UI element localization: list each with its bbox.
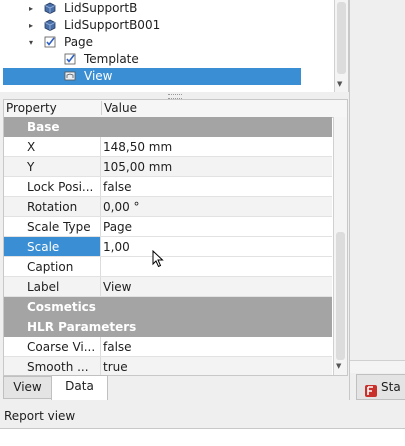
property-name: Label (27, 280, 60, 294)
tab-view[interactable]: View (3, 376, 52, 399)
group-row-base[interactable]: Base (4, 117, 332, 137)
panel-tabs: View Data (0, 374, 348, 400)
mouse-cursor-icon (152, 249, 164, 271)
column-header-property[interactable]: Property (6, 101, 57, 115)
view-icon (64, 70, 76, 82)
right-hscrollbar[interactable] (350, 360, 405, 373)
table-row[interactable]: Scale Type Page (4, 217, 332, 237)
property-value[interactable]: Page (103, 217, 132, 237)
start-icon (365, 381, 377, 399)
property-name: Lock Posi... (27, 180, 94, 194)
property-name: Scale (27, 240, 60, 254)
table-row[interactable]: Rotation 0,00 ° (4, 197, 332, 217)
model-tree[interactable]: ▸ LidSupportB ▸ LidSupportB001 ▾ Page Te… (0, 0, 349, 92)
table-row[interactable]: X 148,50 mm (4, 137, 332, 157)
table-row[interactable]: Caption (4, 257, 332, 277)
tab-label: Sta (381, 380, 401, 394)
scrollbar-thumb[interactable] (336, 232, 345, 360)
group-row-cosmetics[interactable]: Cosmetics (4, 297, 332, 317)
tree-item-label: Template (84, 52, 139, 66)
property-scrollbar[interactable]: ▼ (333, 117, 347, 375)
part-icon (44, 19, 56, 31)
table-header: Property Value (4, 100, 347, 118)
page-icon (44, 36, 56, 48)
template-icon (64, 53, 76, 65)
table-row[interactable]: Y 105,00 mm (4, 157, 332, 177)
tab-data[interactable]: Data (51, 375, 108, 400)
property-name: Coarse Vi... (27, 340, 96, 354)
property-editor[interactable]: Property Value Base X 148,50 mm Y 105,00… (3, 99, 348, 376)
tree-item-label: View (84, 69, 113, 83)
splitter-handle[interactable] (0, 92, 348, 99)
property-value[interactable]: View (103, 277, 131, 297)
tree-item-lidsupportb[interactable]: ▸ LidSupportB (0, 0, 348, 17)
collapse-arrow-icon[interactable]: ▾ (26, 34, 36, 51)
part-icon (44, 2, 56, 14)
expand-arrow-icon[interactable]: ▸ (26, 17, 36, 34)
group-label: Cosmetics (27, 300, 96, 314)
tree-item-label: LidSupportB (64, 1, 138, 15)
report-view-title: Report view (4, 409, 76, 423)
tree-item-template[interactable]: Template (0, 51, 348, 68)
property-name: X (27, 140, 36, 154)
property-value[interactable]: 0,00 ° (103, 197, 140, 217)
table-row[interactable]: Label View (4, 277, 332, 297)
property-value[interactable]: false (103, 337, 132, 357)
scroll-down-icon[interactable]: ▼ (336, 362, 341, 370)
table-row[interactable]: Coarse Vi... false (4, 337, 332, 357)
scroll-down-icon[interactable]: ▼ (337, 80, 342, 88)
property-value[interactable]: 105,00 mm (103, 157, 172, 177)
tree-item-page[interactable]: ▾ Page (0, 34, 348, 51)
tree-scrollbar[interactable]: ▼ (334, 0, 348, 92)
expand-arrow-icon[interactable]: ▸ (26, 0, 36, 17)
property-value[interactable]: 1,00 (103, 237, 130, 257)
property-name: Y (27, 160, 35, 174)
property-name: Scale Type (27, 220, 91, 234)
group-label: Base (27, 120, 60, 134)
column-header-value[interactable]: Value (101, 101, 137, 115)
group-row-hlr-parameters[interactable]: HLR Parameters (4, 317, 332, 337)
table-row-selected[interactable]: Scale 1,00 (4, 237, 332, 257)
scrollbar-thumb[interactable] (337, 2, 346, 74)
tree-item-lidsupportb001[interactable]: ▸ LidSupportB001 (0, 17, 348, 34)
property-value[interactable]: 148,50 mm (103, 137, 172, 157)
tree-item-view[interactable]: View (3, 68, 301, 85)
group-label: HLR Parameters (27, 320, 137, 334)
property-value[interactable]: false (103, 177, 132, 197)
tree-item-label: LidSupportB001 (64, 18, 161, 32)
property-name: Rotation (27, 200, 78, 214)
property-name: Caption (27, 260, 74, 274)
right-panel: Sta (349, 0, 405, 400)
tree-item-label: Page (64, 35, 94, 49)
table-row[interactable]: Lock Posi... false (4, 177, 332, 197)
report-view-area[interactable] (0, 428, 405, 446)
tab-start[interactable]: Sta (356, 374, 405, 400)
